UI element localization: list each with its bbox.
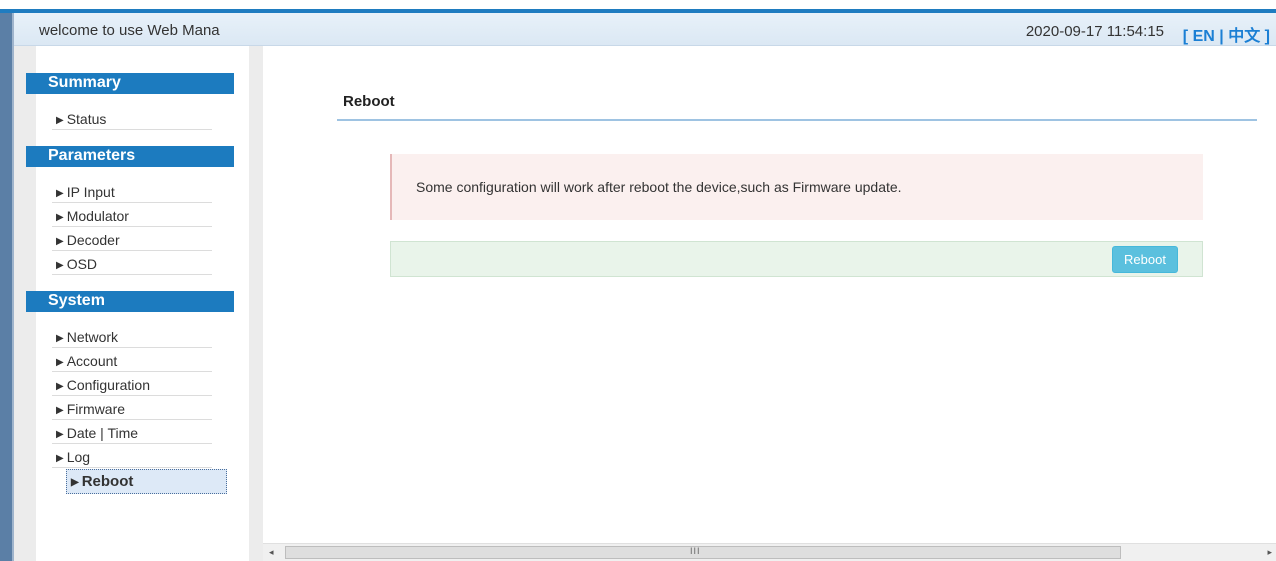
welcome-text: welcome to use Web Mana bbox=[39, 22, 220, 39]
sidebar-item-firmware[interactable]: ▶ Firmware bbox=[52, 398, 212, 420]
triangle-right-icon: ▶ bbox=[56, 357, 64, 368]
triangle-right-icon: ▶ bbox=[56, 212, 64, 223]
triangle-right-icon: ▶ bbox=[56, 381, 64, 392]
sidebar-item-log[interactable]: ▶ Log bbox=[52, 446, 212, 468]
reboot-notice: Some configuration will work after reboo… bbox=[390, 154, 1203, 220]
scroll-thumb[interactable]: III bbox=[285, 546, 1121, 559]
triangle-right-icon: ▶ bbox=[56, 405, 64, 416]
sidebar-item-account[interactable]: ▶ Account bbox=[52, 350, 212, 372]
sidebar-item-modulator[interactable]: ▶ Modulator bbox=[52, 205, 212, 227]
triangle-right-icon: ▶ bbox=[56, 236, 64, 247]
sidebar-item-reboot[interactable]: ▶ Reboot bbox=[66, 469, 227, 494]
triangle-right-icon: ▶ bbox=[56, 333, 64, 344]
section-parameters: Parameters bbox=[26, 146, 234, 167]
sidebar-item-configuration[interactable]: ▶ Configuration bbox=[52, 374, 212, 396]
window-top-strip bbox=[0, 0, 1276, 9]
sidebar-item-date-time[interactable]: ▶ Date | Time bbox=[52, 422, 212, 444]
lang-bracket-close: ] bbox=[1264, 28, 1270, 45]
sidebar-item-label: Log bbox=[66, 449, 91, 465]
triangle-right-icon: ▶ bbox=[56, 260, 64, 271]
window-left-border bbox=[0, 13, 12, 561]
top-header: welcome to use Web Mana 2020-09-17 11:54… bbox=[14, 13, 1276, 46]
scroll-grip-icon: III bbox=[690, 546, 701, 556]
section-summary: Summary bbox=[26, 73, 234, 94]
sidebar-item-label: Decoder bbox=[66, 232, 120, 248]
sidebar-item-status[interactable]: ▶ Status bbox=[52, 108, 212, 130]
lang-separator: | bbox=[1219, 28, 1224, 45]
sidebar-item-label: Date | Time bbox=[66, 425, 139, 441]
page-title: Reboot bbox=[343, 93, 395, 110]
title-divider bbox=[337, 119, 1257, 121]
sidebar-item-label: OSD bbox=[66, 256, 98, 272]
scroll-left-icon[interactable]: ◂ bbox=[269, 547, 274, 558]
sidebar-item-label: Account bbox=[66, 353, 118, 369]
current-datetime: 2020-09-17 11:54:15 bbox=[1025, 23, 1164, 40]
triangle-right-icon: ▶ bbox=[56, 188, 64, 199]
reboot-notice-text: Some configuration will work after reboo… bbox=[416, 179, 902, 195]
sidebar-item-decoder[interactable]: ▶ Decoder bbox=[52, 229, 212, 251]
scroll-right-icon[interactable]: ▸ bbox=[1267, 547, 1272, 558]
sidebar-item-label: IP Input bbox=[66, 184, 115, 200]
horizontal-scrollbar[interactable]: ◂ III ▸ bbox=[263, 543, 1276, 561]
section-system: System bbox=[26, 291, 234, 312]
sidebar-item-ip-input[interactable]: ▶ IP Input bbox=[52, 181, 212, 203]
lang-en-link[interactable]: EN bbox=[1193, 28, 1215, 45]
sidebar-item-label: Firmware bbox=[66, 401, 126, 417]
triangle-right-icon: ▶ bbox=[71, 477, 79, 488]
action-bar: Reboot bbox=[390, 241, 1203, 277]
triangle-right-icon: ▶ bbox=[56, 429, 64, 440]
sidebar-item-label: Configuration bbox=[66, 377, 150, 393]
lang-bracket-open: [ bbox=[1182, 28, 1189, 45]
sidebar-item-label: Network bbox=[66, 329, 119, 345]
sidebar-item-network[interactable]: ▶ Network bbox=[52, 326, 212, 348]
triangle-right-icon: ▶ bbox=[56, 115, 64, 126]
triangle-right-icon: ▶ bbox=[56, 453, 64, 464]
sidebar-item-label: Status bbox=[66, 111, 107, 127]
sidebar-item-osd[interactable]: ▶ OSD bbox=[52, 253, 212, 275]
lang-zh-link[interactable]: 中文 bbox=[1228, 28, 1260, 45]
language-switcher: [ EN | 中文 ] bbox=[1183, 22, 1270, 46]
sidebar-item-label: Modulator bbox=[66, 208, 129, 224]
sidebar-item-label: Reboot bbox=[81, 473, 134, 490]
reboot-button[interactable]: Reboot bbox=[1112, 246, 1178, 273]
